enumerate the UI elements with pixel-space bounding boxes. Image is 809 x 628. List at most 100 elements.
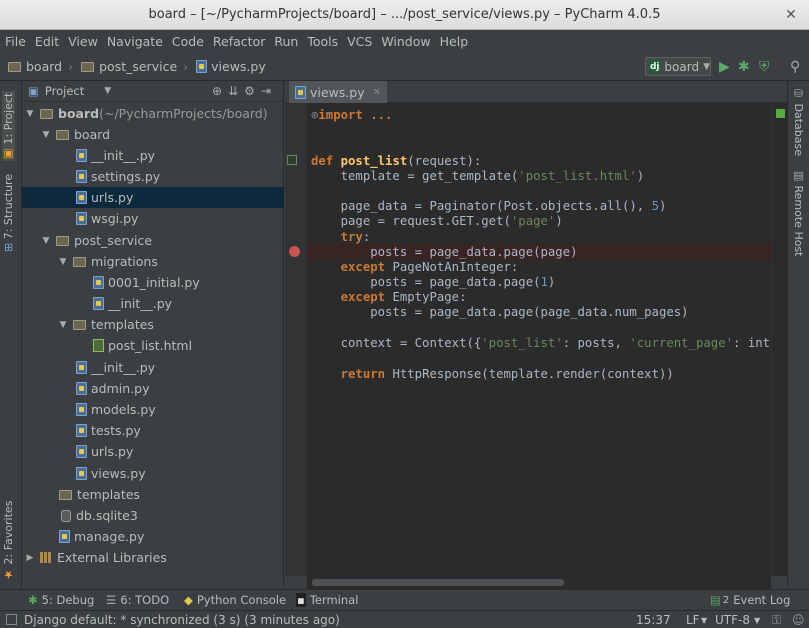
menu-navigate[interactable]: Navigate bbox=[107, 34, 163, 49]
debug-icon: ✱ bbox=[28, 593, 38, 607]
tree-row-post-service-init[interactable]: __init__.py bbox=[22, 357, 284, 378]
menu-refactor[interactable]: Refactor bbox=[213, 34, 265, 49]
hide-panel-icon[interactable]: ⇥ bbox=[261, 84, 277, 98]
collapse-arrow-icon[interactable]: ▶ bbox=[24, 553, 36, 563]
tree-row-wsgi[interactable]: wsgi.py bbox=[22, 208, 284, 229]
tree-row-board-root[interactable]: ▼ board (~/PycharmProjects/board) bbox=[22, 103, 284, 124]
collapse-all-icon[interactable]: ⇊ bbox=[228, 84, 244, 98]
tree-row-external-libraries[interactable]: ▶ External Libraries bbox=[22, 547, 284, 568]
debug-icon[interactable]: ✱ bbox=[738, 59, 750, 75]
expand-arrow-icon[interactable]: ▼ bbox=[40, 236, 52, 246]
editor-gutter[interactable] bbox=[285, 103, 307, 576]
tree-row-db-sqlite[interactable]: db.sqlite3 bbox=[22, 505, 284, 526]
menu-help[interactable]: Help bbox=[440, 34, 469, 49]
tab-views-py[interactable]: views.py ✕ bbox=[289, 81, 387, 103]
tool-debug[interactable]: ✱ 5: Debug bbox=[28, 593, 94, 607]
run-icon[interactable]: ▶ bbox=[719, 59, 730, 75]
django-view-gutter-icon[interactable] bbox=[287, 155, 297, 165]
search-icon[interactable]: ⚲ bbox=[790, 59, 800, 75]
project-view-select[interactable]: Project bbox=[45, 84, 84, 98]
tree-row-urls-selected[interactable]: urls.py bbox=[22, 187, 284, 208]
close-icon[interactable]: ✕ bbox=[783, 7, 799, 23]
caret-position[interactable]: 15:37 bbox=[636, 613, 671, 627]
tab-project-label: 1: Project bbox=[2, 92, 15, 145]
tree-row-post-service[interactable]: ▼ post_service bbox=[22, 230, 284, 251]
code-line-posts-one: posts = page_data.page(1) bbox=[311, 275, 555, 290]
tool-terminal[interactable]: ▪ Terminal bbox=[296, 593, 358, 607]
editor-horizontal-scrollbar[interactable] bbox=[307, 576, 771, 589]
chevron-down-icon: ▼ bbox=[701, 616, 708, 625]
breadcrumb-board[interactable]: board › bbox=[8, 59, 73, 74]
menu-edit[interactable]: Edit bbox=[35, 34, 59, 49]
breadcrumb-label: board bbox=[26, 59, 63, 74]
lock-icon[interactable]: ⚿ bbox=[772, 613, 781, 628]
line-separator[interactable]: LF bbox=[686, 613, 700, 627]
breadcrumb-post-service[interactable]: post_service › bbox=[81, 59, 188, 74]
menu-run[interactable]: Run bbox=[274, 34, 298, 49]
tree-row-migrations[interactable]: ▼ migrations bbox=[22, 251, 284, 272]
code-editor[interactable]: ⊕import ... def post_list(request): temp… bbox=[307, 103, 771, 576]
code-token: : bbox=[362, 230, 371, 244]
tab-database[interactable]: ⛁ Database bbox=[792, 87, 805, 156]
tree-row-post-list-html[interactable]: post_list.html bbox=[22, 335, 284, 356]
menu-tools[interactable]: Tools bbox=[307, 34, 338, 49]
tree-row-templates-inner[interactable]: ▼ templates bbox=[22, 314, 284, 335]
menu-window[interactable]: Window bbox=[381, 34, 430, 49]
tree-row-templates[interactable]: templates bbox=[22, 484, 284, 505]
expand-arrow-icon[interactable]: ▼ bbox=[57, 257, 69, 267]
tab-database-label: Database bbox=[792, 103, 805, 157]
menu-code[interactable]: Code bbox=[172, 34, 204, 49]
tree-row-manage[interactable]: manage.py bbox=[22, 526, 284, 547]
tree-label: board bbox=[58, 106, 100, 121]
tree-row-settings[interactable]: settings.py bbox=[22, 166, 284, 187]
chevron-down-icon[interactable]: ▼ bbox=[104, 86, 111, 96]
scrollbar-thumb[interactable] bbox=[312, 579, 564, 586]
expand-arrow-icon[interactable]: ▼ bbox=[40, 130, 52, 140]
breadcrumb-views-py[interactable]: views.py bbox=[196, 59, 266, 74]
inspector-icon[interactable]: ☺ bbox=[792, 613, 805, 627]
tree-row-0001-initial[interactable]: 0001_initial.py bbox=[22, 272, 284, 293]
scroll-from-source-icon[interactable]: ⊕ bbox=[212, 84, 228, 98]
tab-remote-host[interactable]: ▤ Remote Host bbox=[792, 169, 805, 256]
code-token: posts = page_data.page(page_data.num_pag… bbox=[311, 305, 689, 319]
tree-row-models[interactable]: models.py bbox=[22, 399, 284, 420]
tree-row-tests[interactable]: tests.py bbox=[22, 420, 284, 441]
toggle-tool-windows-icon[interactable] bbox=[6, 614, 17, 625]
tree-label: board bbox=[74, 127, 111, 142]
tree-row-views[interactable]: views.py bbox=[22, 463, 284, 484]
tool-event-log[interactable]: ▤ 2 Event Log bbox=[710, 593, 790, 607]
expand-arrow-icon[interactable]: ▼ bbox=[24, 109, 36, 119]
breakpoint-icon[interactable] bbox=[289, 246, 300, 257]
tree-row-init[interactable]: __init__.py bbox=[22, 145, 284, 166]
tool-python-console[interactable]: ◆ Python Console bbox=[184, 593, 286, 607]
folder-icon bbox=[73, 319, 86, 330]
tree-row-post-urls[interactable]: urls.py bbox=[22, 441, 284, 462]
python-file-icon bbox=[76, 467, 87, 480]
menu-vcs[interactable]: VCS bbox=[347, 34, 372, 49]
code-token: except bbox=[340, 260, 386, 274]
run-coverage-icon[interactable]: ⛨ bbox=[759, 59, 770, 75]
code-token: return bbox=[340, 367, 386, 381]
tool-todo[interactable]: ☰ 6: TODO bbox=[106, 593, 169, 607]
file-encoding[interactable]: UTF-8 bbox=[715, 613, 750, 627]
tab-favorites[interactable]: ★ 2: Favorites bbox=[2, 501, 15, 581]
tree-row-migrations-init[interactable]: __init__.py bbox=[22, 293, 284, 314]
tree-label: __init__.py bbox=[108, 296, 173, 311]
menu-view[interactable]: View bbox=[68, 34, 98, 49]
tree-row-board[interactable]: ▼ board bbox=[22, 124, 284, 145]
tree-row-admin[interactable]: admin.py bbox=[22, 378, 284, 399]
tab-project[interactable]: ▣ 1: Project bbox=[2, 91, 15, 161]
close-tab-icon[interactable]: ✕ bbox=[373, 87, 381, 98]
run-configuration-select[interactable]: dj board ▼ bbox=[645, 57, 711, 76]
tool-window-bar: ✱ 5: Debug ☰ 6: TODO ◆ Python Console ▪ … bbox=[0, 589, 809, 610]
code-line-except-pni: except PageNotAnInteger: bbox=[311, 260, 519, 275]
expand-arrow-icon[interactable]: ▼ bbox=[57, 320, 69, 330]
tab-structure[interactable]: ⊞ 7: Structure bbox=[2, 174, 15, 252]
editor-vertical-scrollbar[interactable] bbox=[771, 103, 787, 576]
breadcrumb-label: views.py bbox=[211, 59, 266, 74]
gear-icon[interactable]: ⚙ bbox=[244, 84, 261, 98]
code-token: ) bbox=[658, 199, 667, 213]
code-line-paginator: page_data = Paginator(Post.objects.all()… bbox=[311, 199, 667, 214]
tree-label: templates bbox=[91, 317, 154, 332]
menu-file[interactable]: File bbox=[5, 34, 26, 49]
